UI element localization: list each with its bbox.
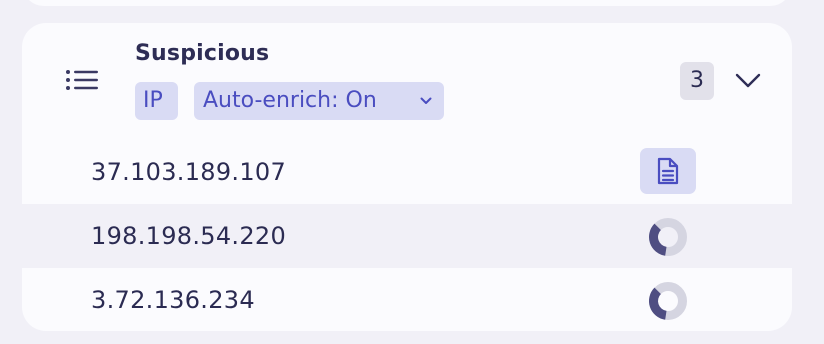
progress-ring-fill: [649, 223, 667, 256]
ip-address: 37.103.189.107: [91, 158, 287, 186]
item-count-badge: 3: [680, 62, 714, 100]
progress-ring-icon: [649, 218, 687, 256]
chevron-down-icon: [420, 97, 432, 104]
document-icon: [657, 157, 679, 185]
previous-card: [22, 0, 792, 6]
report-button[interactable]: [640, 148, 696, 194]
list-icon: [66, 70, 98, 90]
progress-ring-icon: [649, 282, 687, 320]
suspicious-group-card: Suspicious IP Auto-enrich: On 3 37.103.1…: [22, 23, 792, 331]
type-chip: IP: [135, 82, 178, 120]
progress-ring-fill: [649, 287, 667, 320]
ip-address: 3.72.136.234: [91, 286, 255, 314]
auto-enrich-label: Auto-enrich: On: [203, 88, 377, 113]
collapse-chevron-icon[interactable]: [735, 72, 761, 90]
group-title: Suspicious: [135, 41, 270, 66]
table-row[interactable]: 198.198.54.220: [22, 204, 792, 268]
table-row[interactable]: 3.72.136.234: [22, 268, 792, 331]
table-row[interactable]: 37.103.189.107: [22, 140, 792, 204]
auto-enrich-dropdown[interactable]: Auto-enrich: On: [194, 82, 444, 120]
ip-address: 198.198.54.220: [91, 222, 287, 250]
